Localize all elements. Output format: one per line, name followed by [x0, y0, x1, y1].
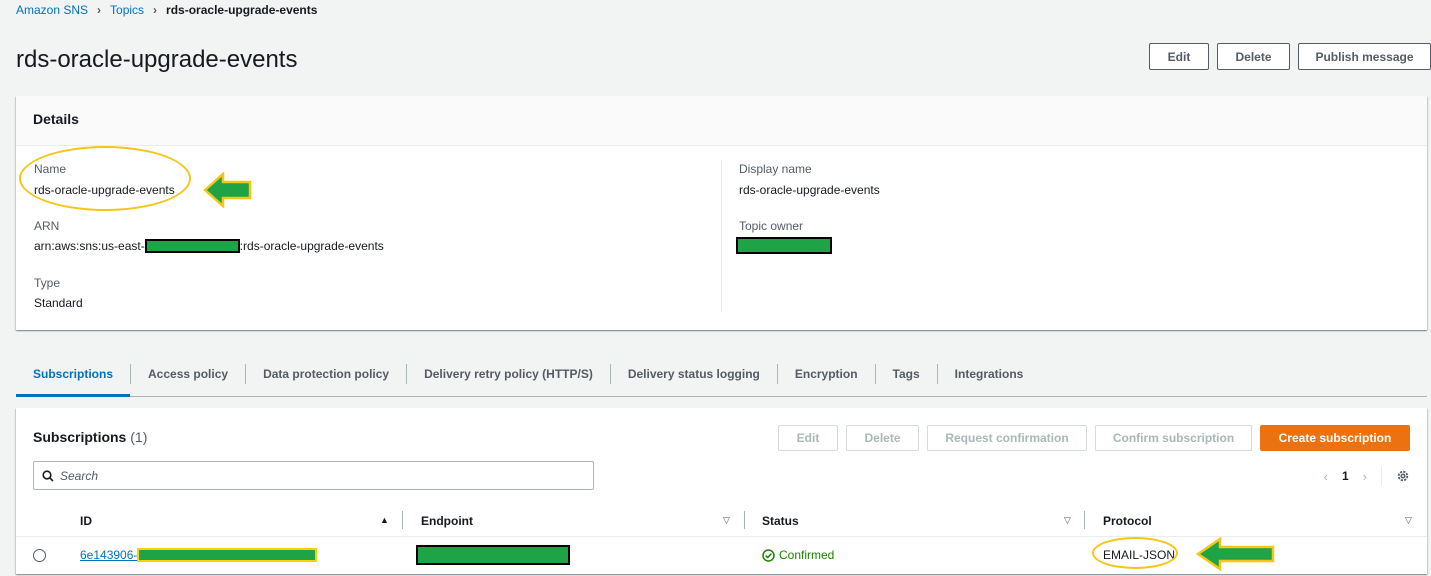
subscriptions-count: (1): [130, 429, 148, 445]
subscriptions-title: Subscriptions: [33, 429, 127, 445]
redacted-subscription-id: [137, 548, 318, 562]
chevron-right-icon: ›: [153, 3, 158, 17]
pager-divider: [1381, 466, 1382, 486]
tab-delivery-retry-policy[interactable]: Delivery retry policy (HTTP/S): [406, 364, 610, 384]
previous-page-icon[interactable]: ‹: [1324, 469, 1328, 484]
subscriptions-heading: Subscriptions (1): [33, 429, 147, 445]
column-resizer[interactable]: [1084, 511, 1085, 529]
redacted-topic-owner: [736, 237, 832, 254]
request-confirmation-button[interactable]: Request confirmation: [927, 425, 1087, 451]
subscription-id-link[interactable]: 6e143906-: [80, 548, 318, 562]
column-header-protocol[interactable]: Protocol: [1103, 514, 1152, 528]
details-heading: Details: [16, 96, 1427, 146]
topic-actions: Edit Delete Publish message: [1149, 43, 1431, 70]
redacted-endpoint: [416, 545, 570, 565]
confirm-subscription-button[interactable]: Confirm subscription: [1095, 425, 1252, 451]
tab-subscriptions[interactable]: Subscriptions: [16, 352, 131, 397]
arn-label: ARN: [34, 219, 60, 233]
breadcrumb-topics[interactable]: Topics: [110, 3, 144, 17]
topic-owner-label: Topic owner: [739, 219, 804, 233]
delete-subscription-button[interactable]: Delete: [846, 425, 919, 451]
status-text: Confirmed: [779, 548, 835, 562]
display-name-label: Display name: [739, 162, 812, 176]
details-panel: Details Name rds-oracle-upgrade-events A…: [16, 96, 1427, 330]
redacted-account-id: [144, 239, 240, 253]
status-confirmed: Confirmed: [762, 548, 834, 562]
settings-gear-icon[interactable]: [1396, 469, 1410, 483]
tab-tags[interactable]: Tags: [874, 364, 937, 384]
column-header-endpoint[interactable]: Endpoint: [421, 514, 473, 528]
sort-icon[interactable]: ▽: [1405, 515, 1412, 526]
display-name-value: rds-oracle-upgrade-events: [739, 183, 880, 197]
delete-topic-button[interactable]: Delete: [1217, 43, 1290, 70]
column-header-id[interactable]: ID: [80, 514, 92, 528]
subscriptions-actions: Edit Delete Request confirmation Confirm…: [778, 425, 1410, 451]
type-value: Standard: [34, 296, 83, 310]
type-label: Type: [34, 276, 61, 290]
check-circle-icon: [762, 548, 775, 562]
sort-icon[interactable]: ▽: [1064, 515, 1071, 526]
column-resizer[interactable]: [744, 511, 745, 529]
edit-subscription-button[interactable]: Edit: [778, 425, 838, 451]
chevron-right-icon: ›: [97, 3, 102, 17]
search-field[interactable]: [33, 461, 594, 490]
row-select-radio[interactable]: [33, 549, 46, 562]
arn-prefix: arn:aws:sns:us-east-: [34, 239, 145, 253]
table-row: 6e143906- Confirmed EMAIL-JSON: [16, 537, 1427, 572]
edit-topic-button[interactable]: Edit: [1149, 43, 1209, 70]
column-divider: [721, 160, 722, 312]
arn-value: arn:aws:sns:us-east- :rds-oracle-upgrade…: [34, 239, 384, 253]
subscription-id-prefix: 6e143906-: [80, 548, 138, 562]
sort-ascending-icon[interactable]: ▲: [380, 515, 389, 525]
annotation-ellipse: [1092, 537, 1178, 569]
arn-suffix: :rds-oracle-upgrade-events: [239, 239, 384, 253]
pagination: ‹ 1 ›: [1324, 466, 1410, 486]
column-resizer[interactable]: [402, 511, 403, 529]
page-title: rds-oracle-upgrade-events: [16, 46, 298, 73]
breadcrumb-amazon-sns[interactable]: Amazon SNS: [16, 3, 88, 17]
create-subscription-button[interactable]: Create subscription: [1260, 425, 1410, 451]
breadcrumb-current: rds-oracle-upgrade-events: [166, 3, 318, 17]
table-header: ID ▲ Endpoint ▽ Status ▽ Protocol ▽: [16, 505, 1427, 537]
subscriptions-panel: Subscriptions (1) Edit Delete Request co…: [16, 408, 1427, 574]
annotation-arrow-icon: [203, 172, 252, 208]
sort-icon[interactable]: ▽: [723, 515, 730, 526]
tab-access-policy[interactable]: Access policy: [130, 364, 245, 384]
breadcrumb: Amazon SNS › Topics › rds-oracle-upgrade…: [16, 3, 317, 17]
next-page-icon[interactable]: ›: [1363, 469, 1367, 484]
annotation-arrow-icon: [1196, 537, 1275, 571]
topic-tabs: Subscriptions Access policy Data protect…: [16, 352, 1427, 397]
tab-data-protection-policy[interactable]: Data protection policy: [245, 364, 406, 384]
column-header-status[interactable]: Status: [762, 514, 799, 528]
tab-encryption[interactable]: Encryption: [776, 364, 875, 384]
tab-delivery-status-logging[interactable]: Delivery status logging: [609, 364, 777, 384]
search-input[interactable]: [60, 468, 560, 483]
page-number[interactable]: 1: [1342, 469, 1349, 483]
tab-integrations[interactable]: Integrations: [936, 364, 1041, 384]
search-icon: [42, 469, 54, 482]
publish-message-button[interactable]: Publish message: [1298, 43, 1431, 70]
annotation-ellipse: [19, 146, 191, 211]
